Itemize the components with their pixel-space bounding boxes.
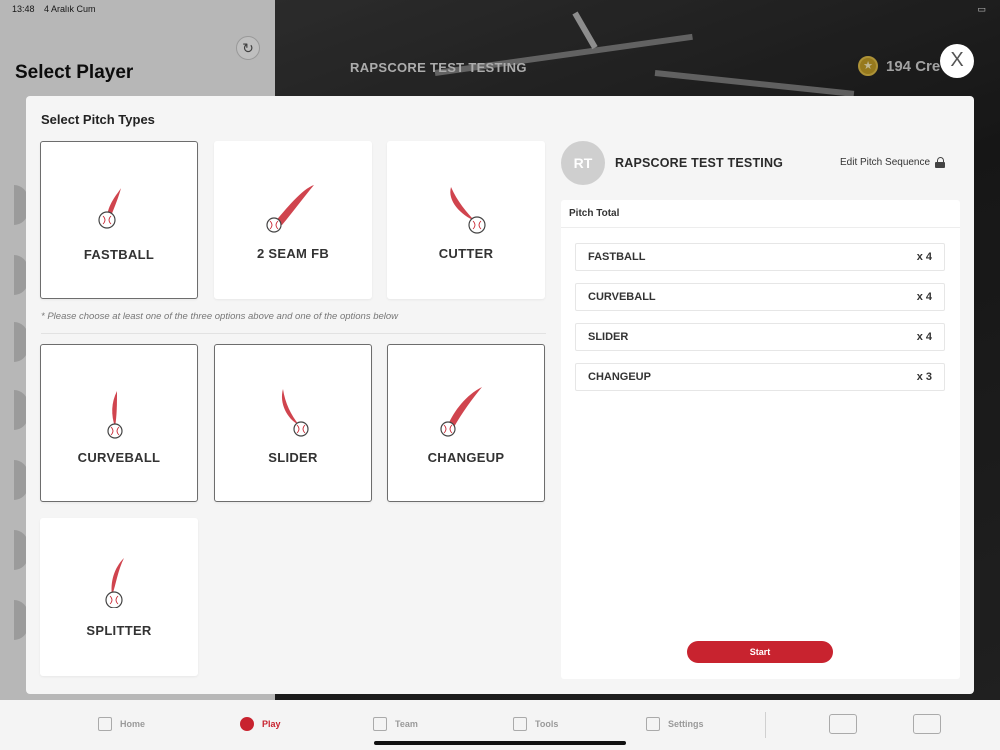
lock-icon xyxy=(935,157,946,168)
tab-team[interactable]: Team xyxy=(373,717,418,731)
pitch-total-title: Pitch Total xyxy=(561,200,960,228)
pitch-card-label: SLIDER xyxy=(268,450,318,465)
player-name: RAPSCORE TEST TESTING xyxy=(615,156,784,170)
home-icon xyxy=(98,717,112,731)
edit-pitch-sequence-button[interactable]: Edit Pitch Sequence xyxy=(840,157,946,168)
home-indicator xyxy=(374,741,626,745)
avatar: RT xyxy=(561,141,605,185)
pitch-card-changeup[interactable]: CHANGEUP xyxy=(387,344,545,502)
pitch-card-slider[interactable]: SLIDER xyxy=(214,344,372,502)
pitch-card-label: CURVEBALL xyxy=(77,450,161,465)
pitch-total-name: CURVEBALL xyxy=(588,291,656,303)
pitch-card-label: SPLITTER xyxy=(86,623,152,638)
pitch-total-panel: Pitch Total FASTBALL x 4 CURVEBALL x 4 S… xyxy=(561,200,960,679)
tab-label: Settings xyxy=(668,719,704,729)
close-button[interactable]: X xyxy=(940,44,974,78)
settings-icon xyxy=(646,717,660,731)
2-seam-pitch-icon xyxy=(266,185,314,233)
tab-label: Team xyxy=(395,719,418,729)
tools-icon xyxy=(513,717,527,731)
pitch-total-row: CURVEBALL x 4 xyxy=(575,283,945,311)
pitch-total-count: x 4 xyxy=(916,291,932,303)
pitch-card-2-seam-fb[interactable]: 2 SEAM FB xyxy=(214,141,372,299)
tab-separator xyxy=(765,712,766,738)
splitter-pitch-icon xyxy=(105,558,124,608)
tab-label: Tools xyxy=(535,719,559,729)
scoreboard-icon[interactable] xyxy=(829,714,857,734)
tab-home[interactable]: Home xyxy=(98,717,145,731)
selection-hint: * Please choose at least one of the thre… xyxy=(41,311,399,322)
fastball-pitch-icon xyxy=(98,188,121,229)
shop-icon[interactable] xyxy=(913,714,941,734)
team-icon xyxy=(373,717,387,731)
tab-label: Home xyxy=(120,719,146,729)
pitch-total-name: FASTBALL xyxy=(588,251,646,263)
section-divider xyxy=(41,333,546,334)
slider-pitch-icon xyxy=(281,389,309,437)
tab-settings[interactable]: Settings xyxy=(646,717,704,731)
pitch-total-row: CHANGEUP x 3 xyxy=(575,363,945,391)
pitch-types-modal: Select Pitch Types FASTBALL 2 SEAM FB CU… xyxy=(26,96,974,694)
changeup-pitch-icon xyxy=(440,387,482,437)
pitch-card-fastball[interactable]: FASTBALL xyxy=(40,141,198,299)
pitch-card-label: CUTTER xyxy=(438,246,494,261)
start-button[interactable]: Start xyxy=(687,641,833,663)
pitch-total-name: SLIDER xyxy=(588,331,629,343)
curveball-pitch-icon xyxy=(107,391,123,439)
pitch-total-row: FASTBALL x 4 xyxy=(575,243,945,271)
pitch-card-label: 2 SEAM FB xyxy=(256,246,330,261)
pitch-card-label: FASTBALL xyxy=(83,247,155,262)
pitch-total-count: x 4 xyxy=(916,251,932,263)
pitch-card-curveball[interactable]: CURVEBALL xyxy=(40,344,198,502)
tab-label: Play xyxy=(262,719,281,729)
baseball-icon xyxy=(240,717,254,731)
pitch-total-count: x 3 xyxy=(916,371,932,383)
pitch-total-count: x 4 xyxy=(916,331,932,343)
pitch-total-name: CHANGEUP xyxy=(588,371,651,383)
modal-title: Select Pitch Types xyxy=(41,112,155,127)
edit-pitch-sequence-label: Edit Pitch Sequence xyxy=(840,157,931,168)
pitch-total-row: SLIDER x 4 xyxy=(575,323,945,351)
pitch-card-cutter[interactable]: CUTTER xyxy=(387,141,545,299)
pitch-card-label: CHANGEUP xyxy=(427,450,505,465)
tab-tools[interactable]: Tools xyxy=(513,717,558,731)
cutter-pitch-icon xyxy=(450,187,486,234)
tab-play[interactable]: Play xyxy=(240,717,281,731)
pitch-card-splitter[interactable]: SPLITTER xyxy=(40,518,198,676)
